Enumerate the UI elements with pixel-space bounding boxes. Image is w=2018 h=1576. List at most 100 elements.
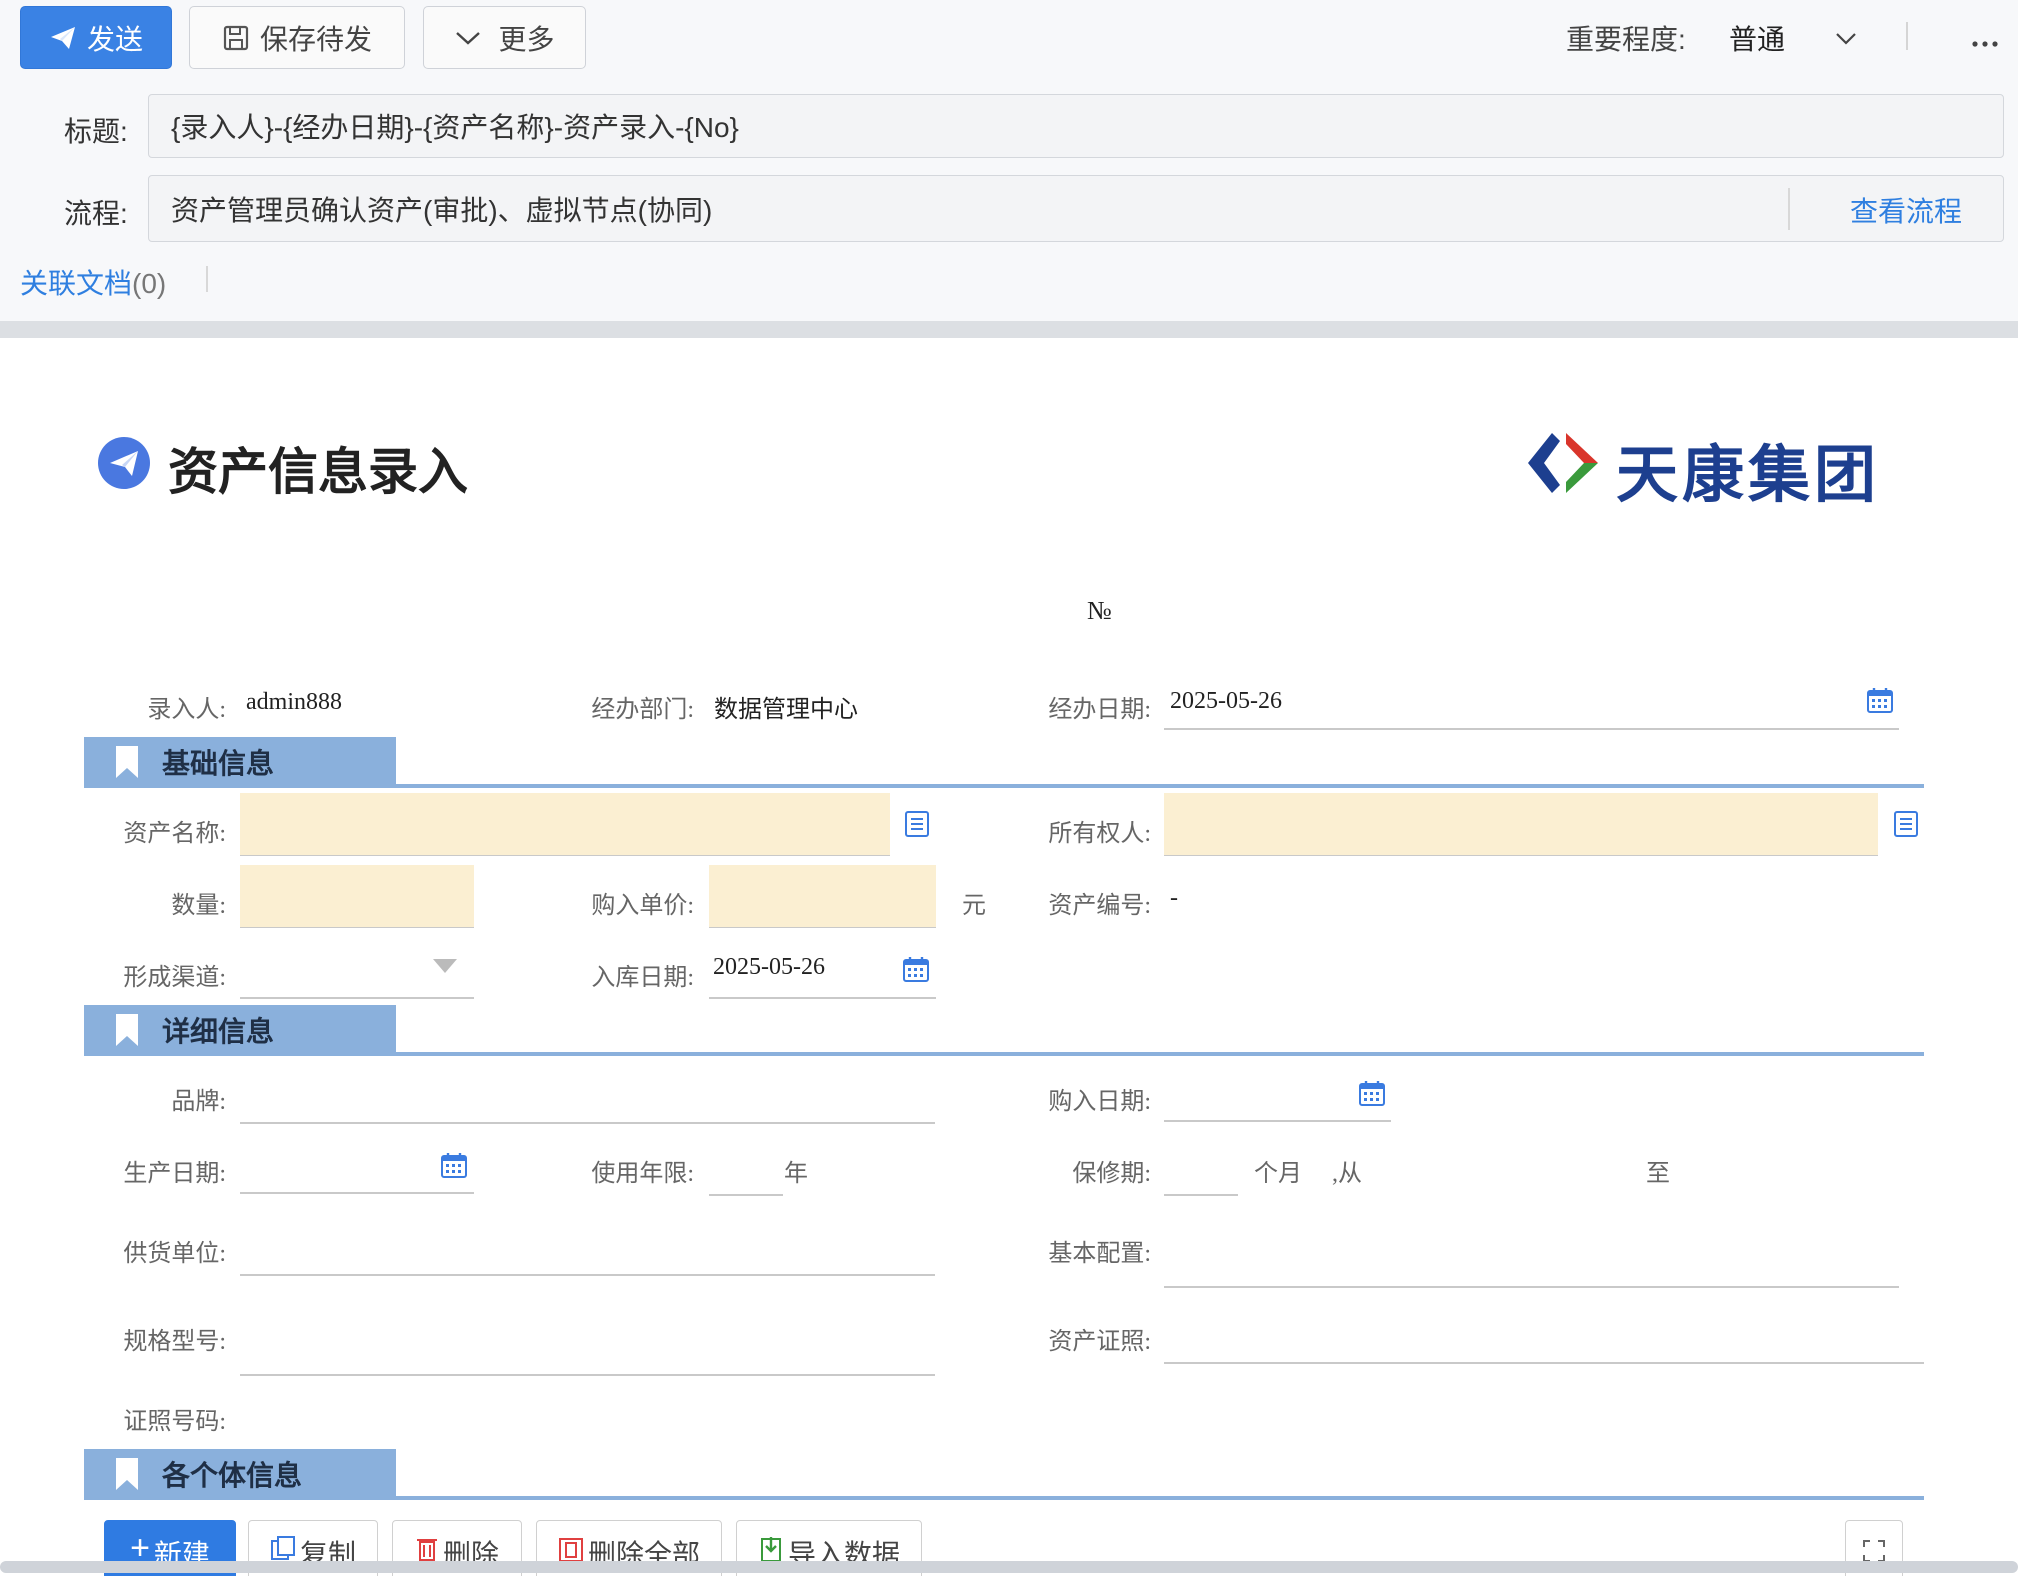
asset-name-input[interactable] <box>240 793 890 856</box>
bookmark-icon <box>116 746 138 778</box>
warranty-from: ,从 <box>1332 1161 1362 1187</box>
unit-price-label: 购入单价: <box>591 893 694 919</box>
dept-value: 数据管理中心 <box>714 697 858 723</box>
save-icon <box>223 25 249 50</box>
owner-label: 所有权人: <box>1048 821 1151 847</box>
purchase-date-label: 购入日期: <box>1048 1089 1151 1115</box>
more-button[interactable]: 更多 <box>423 6 586 69</box>
stock-date-value: 2025-05-26 <box>713 954 825 980</box>
production-date-label: 生产日期: <box>123 1161 226 1187</box>
production-date-field[interactable] <box>240 1136 474 1194</box>
form-title: 资产信息录入 <box>168 444 468 500</box>
import-icon <box>760 1537 781 1561</box>
purchase-date-field[interactable] <box>1164 1064 1391 1122</box>
priority-select[interactable]: 普通 <box>1725 10 1860 60</box>
unit-price-input[interactable] <box>709 865 936 928</box>
trash-all-icon <box>558 1538 583 1561</box>
config-underline <box>1164 1286 1899 1288</box>
handle-date-label: 经办日期: <box>1048 697 1151 723</box>
warranty-to: 至 <box>1646 1161 1670 1187</box>
channel-select[interactable] <box>240 940 474 998</box>
send-button[interactable]: 发送 <box>20 6 172 69</box>
certificate-underline <box>1164 1362 1924 1364</box>
calendar-icon[interactable] <box>440 1151 468 1179</box>
flow-value: 资产管理员确认资产(审批)、虚拟节点(协同) <box>171 194 713 226</box>
supplier-underline <box>240 1274 935 1276</box>
chevron-down-icon <box>456 31 481 45</box>
service-life-underline <box>709 1194 783 1196</box>
quantity-label: 数量: <box>171 893 226 919</box>
certificate-input[interactable] <box>1164 1300 1924 1362</box>
cert-no-input[interactable] <box>240 1384 935 1442</box>
cert-no-label: 证照号码: <box>123 1409 226 1435</box>
number-sign: № <box>1087 596 1112 625</box>
flow-divider <box>1788 188 1790 230</box>
horizontal-scrollbar[interactable] <box>0 1561 2018 1573</box>
priority-label: 重要程度: <box>1566 24 1686 55</box>
section-detail-title: 详细信息 <box>162 1017 275 1048</box>
supplier-label: 供货单位: <box>123 1241 226 1267</box>
handle-date-underline <box>1164 728 1899 730</box>
warranty-label: 保修期: <box>1072 1161 1151 1187</box>
brand-label: 品牌: <box>171 1089 226 1115</box>
calendar-icon[interactable] <box>1866 686 1894 714</box>
handle-date-field[interactable]: 2025-05-26 <box>1164 680 1899 730</box>
section-detail-line <box>84 1052 1924 1056</box>
section-individual-info: 各个体信息 <box>84 1449 396 1499</box>
flow-input[interactable]: 资产管理员确认资产(审批)、虚拟节点(协同) <box>148 175 2004 242</box>
title-label: 标题: <box>64 116 128 147</box>
warranty-end-input[interactable] <box>1680 1136 1920 1194</box>
entrant-label: 录入人: <box>147 697 226 723</box>
send-button-label: 发送 <box>86 23 143 55</box>
asset-name-label: 资产名称: <box>123 821 226 847</box>
copy-icon <box>270 1536 295 1560</box>
owner-input[interactable] <box>1164 793 1878 856</box>
quantity-input[interactable] <box>240 865 474 928</box>
related-docs-count: (0) <box>132 268 167 299</box>
section-detail-info: 详细信息 <box>84 1005 396 1055</box>
trash-icon <box>416 1539 437 1561</box>
service-life-input[interactable] <box>709 1136 783 1194</box>
toolbar-divider <box>1906 22 1908 50</box>
unit-price-unit: 元 <box>962 893 986 919</box>
title-value: {录入人}-{经办日期}-{资产名称}-资产录入-{No} <box>171 112 739 143</box>
purchase-date-underline <box>1164 1120 1391 1122</box>
more-options-icon[interactable] <box>1972 34 1998 47</box>
company-logo: 天康集团 <box>1526 428 1906 511</box>
warranty-start-input[interactable] <box>1390 1136 1640 1194</box>
company-logo-text: 天康集团 <box>1616 438 1881 511</box>
section-basic-info: 基础信息 <box>84 737 396 787</box>
expand-icon <box>1863 1540 1885 1562</box>
title-input[interactable]: {录入人}-{经办日期}-{资产名称}-资产录入-{No} <box>148 94 2004 158</box>
channel-underline <box>240 997 474 999</box>
calendar-icon[interactable] <box>902 955 930 983</box>
channel-label: 形成渠道: <box>123 965 226 991</box>
more-button-label: 更多 <box>498 23 555 55</box>
section-individual-line <box>84 1496 1924 1500</box>
chevron-down-icon <box>1836 33 1856 45</box>
model-input[interactable] <box>240 1300 935 1374</box>
save-draft-button[interactable]: 保存待发 <box>189 6 405 69</box>
entrant-value: admin888 <box>246 689 342 715</box>
asset-no-value: - <box>1170 885 1178 911</box>
related-docs-divider <box>206 266 208 292</box>
list-select-icon[interactable] <box>1893 810 1919 838</box>
brand-input[interactable] <box>240 1064 935 1122</box>
config-input[interactable] <box>1164 1212 1899 1286</box>
warranty-unit: 个月 <box>1254 1161 1302 1187</box>
list-select-icon[interactable] <box>904 810 930 838</box>
supplier-input[interactable] <box>240 1212 935 1274</box>
view-flow-link[interactable]: 查看流程 <box>1850 190 1962 230</box>
dropdown-arrow-icon <box>433 959 457 973</box>
warranty-months-input[interactable] <box>1164 1136 1238 1194</box>
section-individual-title: 各个体信息 <box>162 1461 303 1492</box>
asset-no-label: 资产编号: <box>1048 893 1151 919</box>
calendar-icon[interactable] <box>1358 1079 1386 1107</box>
model-label: 规格型号: <box>123 1329 226 1355</box>
header-divider <box>0 321 2018 338</box>
handle-date-value: 2025-05-26 <box>1170 688 1282 714</box>
company-logo-mark-icon <box>1528 433 1598 493</box>
config-label: 基本配置: <box>1048 1241 1151 1267</box>
bookmark-icon <box>116 1014 138 1046</box>
related-docs-link[interactable]: 关联文档(0) <box>20 262 166 302</box>
